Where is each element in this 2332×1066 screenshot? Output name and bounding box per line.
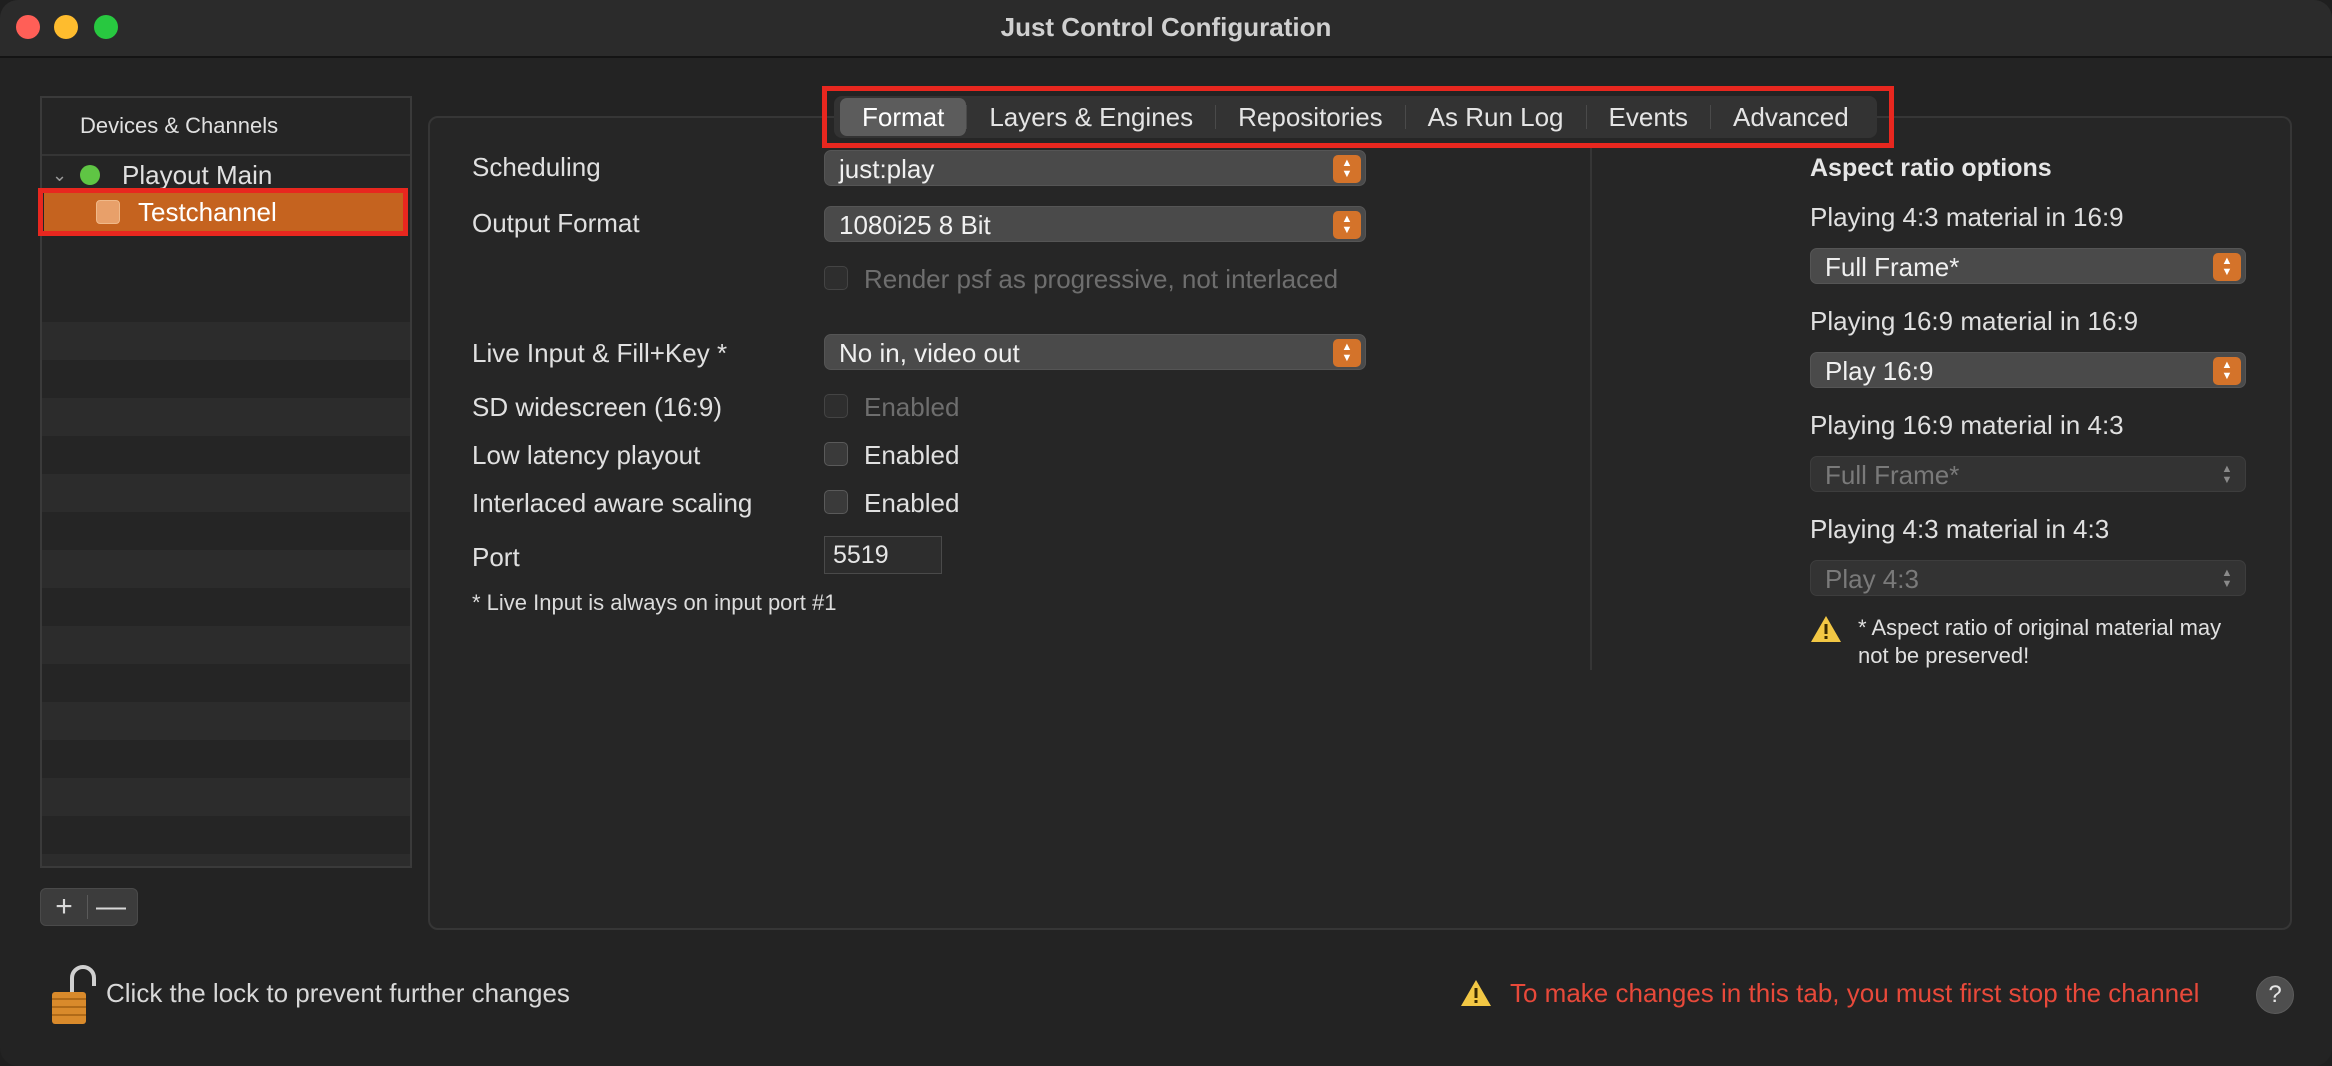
testchannel-highlight-box — [38, 188, 408, 236]
status-dot-icon — [80, 165, 100, 185]
low-latency-label: Low latency playout — [472, 440, 701, 470]
select-stepper-icon: ▲ ▼ — [2221, 567, 2233, 590]
warning-icon — [1811, 616, 1841, 642]
select-stepper-icon: ▲ ▼ — [1333, 155, 1361, 183]
sidebar-header: Devices & Channels — [42, 98, 410, 156]
title-bar: Just Control Configuration — [0, 0, 2332, 58]
stop-channel-warning: To make changes in this tab, you must fi… — [1510, 978, 2200, 1008]
scheduling-select[interactable]: just:play ▲ ▼ — [824, 150, 1366, 186]
live-input-select[interactable]: No in, video out ▲ ▼ — [824, 334, 1366, 370]
aspect-option-value: Play 4:3 — [1825, 564, 1919, 594]
lock-text: Click the lock to prevent further change… — [106, 978, 570, 1008]
select-stepper-icon: ▲ ▼ — [1333, 211, 1361, 239]
sidebar-item-label: Playout Main — [122, 159, 273, 190]
select-stepper-icon: ▲ ▼ — [1333, 339, 1361, 367]
select-stepper-icon: ▲ ▼ — [2213, 357, 2241, 385]
add-remove-control: + — — [40, 888, 138, 926]
render-psf-checkbox[interactable] — [824, 266, 848, 290]
aspect-169-in-43-select[interactable]: Full Frame* ▲ ▼ — [1810, 456, 2246, 492]
aspect-option-label: Playing 16:9 material in 16:9 — [1810, 306, 2139, 336]
window-title: Just Control Configuration — [1000, 12, 1332, 42]
scheduling-value: just:play — [839, 154, 935, 184]
add-channel-button[interactable]: + — [41, 890, 87, 924]
output-format-value: 1080i25 8 Bit — [839, 210, 991, 240]
port-label: Port — [472, 542, 520, 572]
chevron-down-icon[interactable]: ⌄ — [52, 165, 67, 186]
help-button[interactable]: ? — [2256, 976, 2294, 1014]
empty-list-rows — [42, 322, 410, 866]
aspect-option-value: Full Frame* — [1825, 252, 1960, 282]
aspect-warning-text: * Aspect ratio of original material may … — [1858, 615, 2222, 668]
output-format-select[interactable]: 1080i25 8 Bit ▲ ▼ — [824, 206, 1366, 242]
low-latency-enabled-label: Enabled — [864, 440, 960, 470]
select-stepper-icon: ▲ ▼ — [2213, 253, 2241, 281]
lock-icon[interactable] — [50, 962, 96, 1026]
aspect-option-label: Playing 4:3 material in 16:9 — [1810, 202, 2124, 232]
warning-icon — [1461, 980, 1491, 1006]
aspect-option-label: Playing 4:3 material in 4:3 — [1810, 514, 2110, 544]
interlaced-scaling-label: Interlaced aware scaling — [472, 488, 753, 518]
port-input[interactable]: 5519 — [824, 536, 942, 574]
remove-channel-button[interactable]: — — [88, 890, 134, 924]
tabs-highlight-box — [822, 86, 1894, 148]
interlaced-scaling-enabled-label: Enabled — [864, 488, 960, 518]
aspect-ratio-title: Aspect ratio options — [1810, 154, 2052, 182]
aspect-43-in-169-select[interactable]: Full Frame* ▲ ▼ — [1810, 248, 2246, 284]
aspect-option-label: Playing 16:9 material in 4:3 — [1810, 410, 2124, 440]
panel-divider — [1590, 148, 1592, 670]
aspect-option-value: Play 16:9 — [1825, 356, 1934, 386]
low-latency-checkbox[interactable] — [824, 442, 848, 466]
interlaced-scaling-checkbox[interactable] — [824, 490, 848, 514]
aspect-169-in-169-select[interactable]: Play 16:9 ▲ ▼ — [1810, 352, 2246, 388]
aspect-43-in-43-select[interactable]: Play 4:3 ▲ ▼ — [1810, 560, 2246, 596]
render-psf-label: Render psf as progressive, not interlace… — [864, 264, 1339, 294]
app-window: Just Control Configuration Devices & Cha… — [0, 0, 2332, 1066]
select-stepper-icon: ▲ ▼ — [2221, 463, 2233, 486]
sd-widescreen-checkbox[interactable] — [824, 394, 848, 418]
live-input-value: No in, video out — [839, 338, 1020, 368]
sd-widescreen-enabled-label: Enabled — [864, 392, 960, 422]
output-format-label: Output Format — [472, 208, 640, 238]
sd-widescreen-label: SD widescreen (16:9) — [472, 392, 722, 422]
live-input-label: Live Input & Fill+Key * — [472, 338, 728, 368]
live-input-note: * Live Input is always on input port #1 — [472, 590, 837, 615]
scheduling-label: Scheduling — [472, 152, 601, 182]
aspect-option-value: Full Frame* — [1825, 460, 1960, 490]
